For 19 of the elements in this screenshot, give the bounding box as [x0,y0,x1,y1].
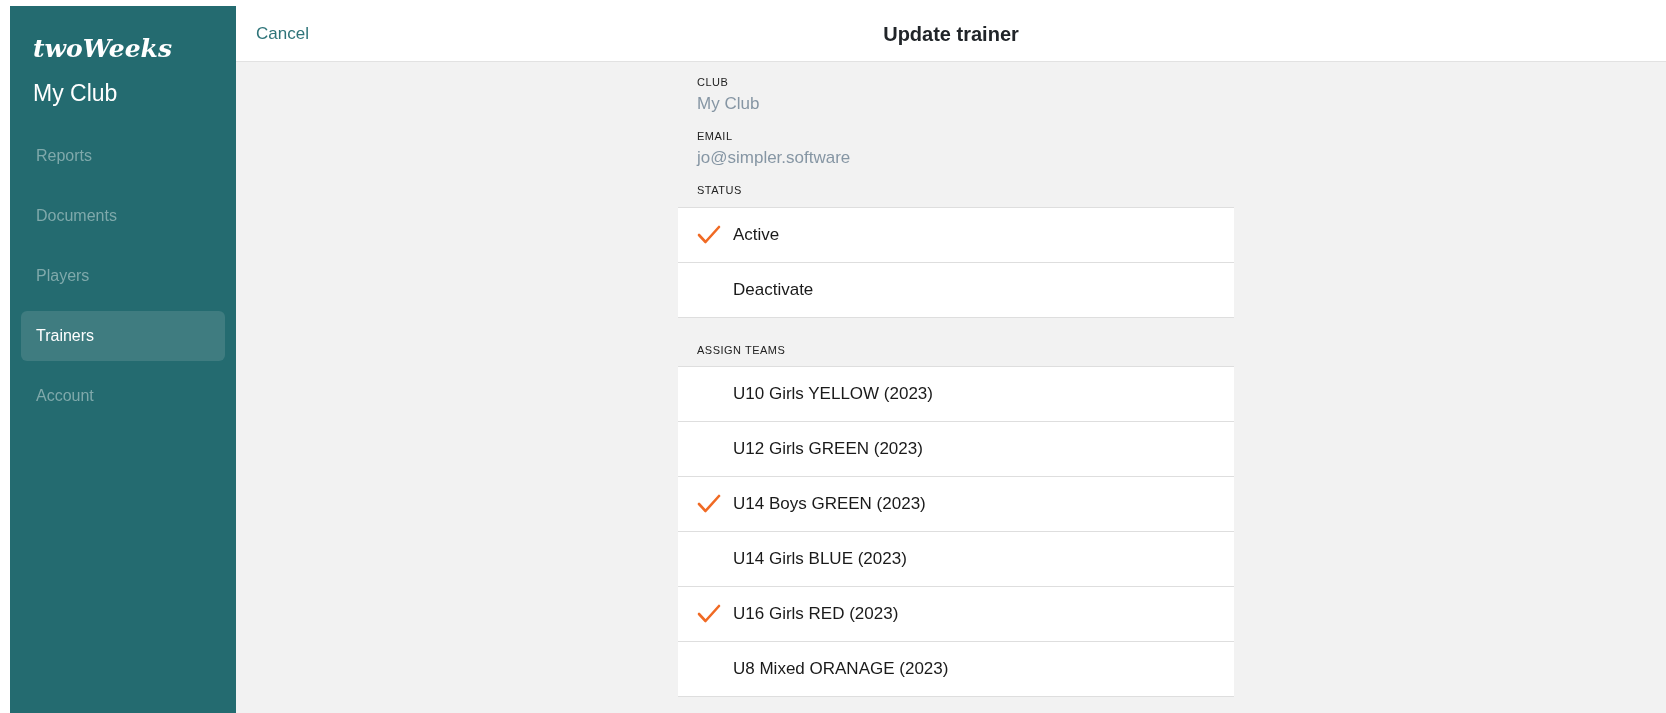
app-logo: twoWeeks [32,34,173,64]
status-option[interactable]: Active [678,207,1234,263]
team-option[interactable]: U16 Girls RED (2023) [678,587,1234,642]
section-label: ASSIGN TEAMS [696,342,787,358]
sidebar-item[interactable]: Trainers [21,310,225,361]
field-label: EMAIL [696,129,734,144]
field-label: CLUB [696,75,730,90]
field-value: My Club [696,92,761,115]
team-option[interactable]: U14 Girls BLUE (2023) [678,532,1234,587]
team-option[interactable]: U10 Girls YELLOW (2023) [678,367,1234,422]
team-option[interactable]: U14 Boys GREEN (2023) [678,477,1234,532]
status-option[interactable]: Deactivate [678,262,1234,318]
club-title: My Club [32,79,119,108]
team-option[interactable]: U8 Mixed ORANAGE (2023) [678,642,1234,697]
section-label: STATUS [696,183,743,198]
page-title: Update trainer [883,21,1019,46]
field-value: jo@simpler.software [695,146,852,169]
team-option[interactable]: U12 Girls GREEN (2023) [678,422,1234,477]
cancel-button[interactable]: Cancel [256,20,309,47]
